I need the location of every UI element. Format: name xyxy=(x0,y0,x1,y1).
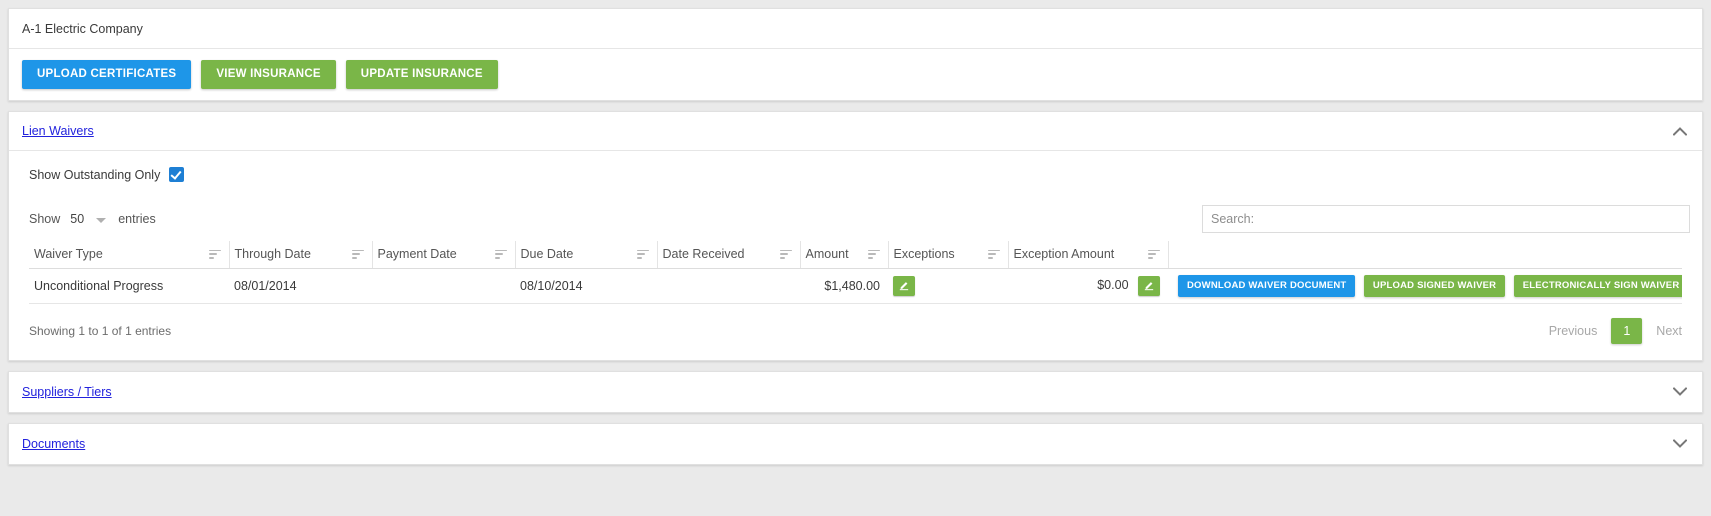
cell-date-received xyxy=(657,268,800,304)
cell-exception-amount: $0.00 xyxy=(1008,268,1168,304)
table-header-row: Waiver Type Through Date Payment Date Du… xyxy=(29,241,1682,269)
documents-panel: Documents xyxy=(8,422,1703,465)
column-header-exception-amount[interactable]: Exception Amount xyxy=(1007,241,1168,269)
pagination-page-1[interactable]: 1 xyxy=(1611,317,1643,344)
column-header-through-date[interactable]: Through Date xyxy=(228,241,372,269)
sort-icon xyxy=(494,249,507,259)
column-header-due-date[interactable]: Due Date xyxy=(514,241,657,269)
table-body: Unconditional Progress 08/01/2014 08/10/… xyxy=(29,268,1682,304)
search-input[interactable] xyxy=(1202,205,1690,233)
cell-waiver-type: Unconditional Progress xyxy=(29,268,229,304)
column-header-waiver-type[interactable]: Waiver Type xyxy=(29,241,229,269)
upload-signed-waiver-button[interactable]: UPLOAD SIGNED WAIVER xyxy=(1363,275,1506,297)
page-length-value[interactable]: 50 xyxy=(70,212,108,226)
table-controls-row: Show 50 entries xyxy=(9,195,1702,241)
edit-icon[interactable] xyxy=(893,275,915,296)
sort-icon xyxy=(636,249,649,259)
download-waiver-document-button[interactable]: DOWNLOAD WAIVER DOCUMENT xyxy=(1178,275,1356,297)
documents-section-header[interactable]: Documents xyxy=(9,424,1702,464)
table-footer: Showing 1 to 1 of 1 entries Previous 1 N… xyxy=(9,304,1702,360)
sort-icon xyxy=(208,249,221,259)
cell-due-date: 08/10/2014 xyxy=(515,268,657,304)
column-header-payment-date[interactable]: Payment Date xyxy=(371,241,515,269)
table-row: Unconditional Progress 08/01/2014 08/10/… xyxy=(29,268,1682,304)
column-label: Due Date xyxy=(520,247,574,261)
show-entries-control: Show 50 entries xyxy=(29,212,156,226)
electronically-sign-waiver-button[interactable]: ELECTRONICALLY SIGN WAIVER xyxy=(1513,275,1682,297)
table-header: Waiver Type Through Date Payment Date Du… xyxy=(29,241,1682,269)
column-header-exceptions[interactable]: Exceptions xyxy=(887,241,1008,269)
suppliers-tiers-panel: Suppliers / Tiers xyxy=(8,370,1703,413)
sort-icon xyxy=(351,249,364,259)
company-name: A-1 Electric Company xyxy=(22,21,143,36)
column-header-amount[interactable]: Amount xyxy=(799,241,888,269)
cell-through-date: 08/01/2014 xyxy=(229,268,372,304)
sort-icon xyxy=(779,249,792,259)
column-label: Payment Date xyxy=(377,247,457,261)
column-label: Exception Amount xyxy=(1013,247,1115,261)
lien-waivers-table: Waiver Type Through Date Payment Date Du… xyxy=(29,241,1682,304)
sort-icon xyxy=(867,249,880,259)
company-header-row: A-1 Electric Company xyxy=(9,9,1702,49)
sort-icon xyxy=(987,249,1000,259)
view-insurance-button[interactable]: VIEW INSURANCE xyxy=(201,59,336,90)
chevron-up-icon[interactable] xyxy=(1671,122,1689,140)
cell-exceptions xyxy=(888,268,1008,304)
upload-certificates-button[interactable]: UPLOAD CERTIFICATES xyxy=(22,59,192,90)
page-root: A-1 Electric Company UPLOAD CERTIFICATES… xyxy=(0,8,1711,516)
sort-icon xyxy=(1147,249,1160,259)
chevron-down-icon[interactable] xyxy=(1671,435,1689,453)
show-label: Show xyxy=(29,212,61,226)
lien-waivers-link[interactable]: Lien Waivers xyxy=(22,124,94,138)
pagination-previous[interactable]: Previous xyxy=(1541,320,1606,342)
column-label: Through Date xyxy=(234,247,311,261)
lien-waivers-panel: Lien Waivers Show Outstanding Only Show … xyxy=(8,111,1703,361)
cell-payment-date xyxy=(372,268,515,304)
suppliers-tiers-section-header[interactable]: Suppliers / Tiers xyxy=(9,372,1702,412)
page-length-select[interactable]: 50 xyxy=(70,212,108,226)
exception-amount-value: $0.00 xyxy=(1097,278,1129,293)
entries-info: Showing 1 to 1 of 1 entries xyxy=(29,323,172,338)
toolbar-button-row: UPLOAD CERTIFICATES VIEW INSURANCE UPDAT… xyxy=(9,49,1702,100)
pagination: Previous 1 Next xyxy=(1541,317,1690,344)
documents-link[interactable]: Documents xyxy=(22,437,85,451)
show-outstanding-row: Show Outstanding Only xyxy=(9,151,1702,195)
update-insurance-button[interactable]: UPDATE INSURANCE xyxy=(345,59,498,90)
show-outstanding-label: Show Outstanding Only xyxy=(29,167,161,182)
cell-row-actions: DOWNLOAD WAIVER DOCUMENT UPLOAD SIGNED W… xyxy=(1168,268,1682,304)
column-header-date-received[interactable]: Date Received xyxy=(656,241,800,269)
lien-waivers-body: Show Outstanding Only Show 50 entries Se… xyxy=(9,151,1702,360)
column-header-actions xyxy=(1167,241,1682,269)
cell-amount: $1,480.00 xyxy=(800,268,888,304)
chevron-down-icon[interactable] xyxy=(1671,383,1689,401)
column-label: Waiver Type xyxy=(34,247,103,261)
column-label: Amount xyxy=(805,247,849,261)
entries-label: entries xyxy=(118,212,156,226)
lien-waivers-section-header[interactable]: Lien Waivers xyxy=(9,112,1702,151)
show-outstanding-checkbox[interactable] xyxy=(169,167,185,182)
company-panel: A-1 Electric Company UPLOAD CERTIFICATES… xyxy=(8,8,1703,101)
edit-icon[interactable] xyxy=(1138,275,1160,296)
column-label: Exceptions xyxy=(893,247,955,261)
suppliers-tiers-link[interactable]: Suppliers / Tiers xyxy=(22,385,112,399)
column-label: Date Received xyxy=(662,247,745,261)
pagination-next[interactable]: Next xyxy=(1648,320,1690,342)
